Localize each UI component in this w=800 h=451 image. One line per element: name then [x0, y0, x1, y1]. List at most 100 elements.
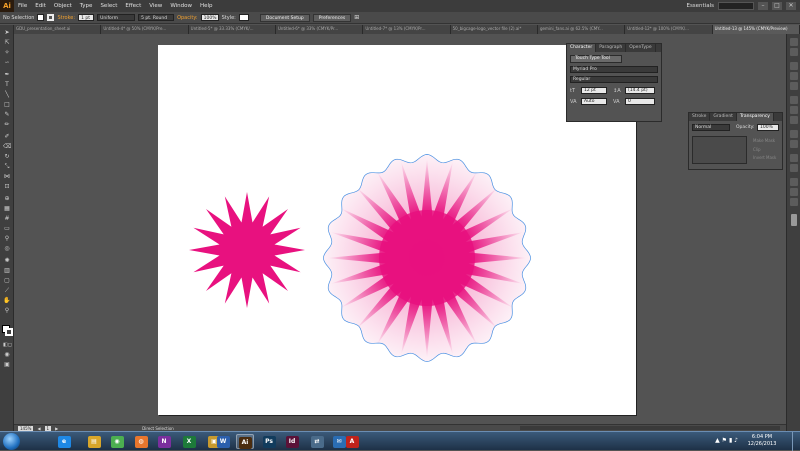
stroke-profile-select[interactable]: Uniform: [97, 14, 136, 21]
artboard[interactable]: [158, 45, 636, 415]
mask-thumbnail[interactable]: [692, 136, 747, 164]
document-setup-button[interactable]: Document Setup: [259, 13, 310, 22]
starburst-shape[interactable]: [189, 192, 305, 308]
tab-document[interactable]: Untitled-6* @ 33% (CMYK/Pr...: [275, 25, 364, 34]
fill-swatch[interactable]: [37, 14, 45, 21]
blend-tool-icon[interactable]: ◎: [3, 245, 11, 253]
opacity-field[interactable]: 100%: [200, 14, 219, 21]
perspective-grid-tool-icon[interactable]: ▦: [3, 205, 11, 213]
menu-view[interactable]: View: [145, 3, 166, 9]
tab-document[interactable]: Untitled-4* @ 50% (CMYK/Pre...: [101, 25, 189, 34]
preferences-button[interactable]: Preferences: [312, 13, 352, 22]
stroke-weight-field[interactable]: 1 pt: [78, 14, 95, 21]
font-family-select[interactable]: Myriad Pro: [570, 66, 658, 73]
tab-document[interactable]: GDU_presentation_sheet.ai: [14, 25, 102, 34]
type-tool-icon[interactable]: T: [3, 81, 11, 89]
drawing-mode-icon[interactable]: ◉: [3, 351, 11, 359]
chrome-icon[interactable]: ◉: [108, 434, 126, 449]
tab-gradient[interactable]: Gradient: [710, 113, 737, 121]
pathfinder-icon[interactable]: [790, 188, 798, 196]
gradient-starburst-group[interactable]: [323, 154, 531, 362]
show-desktop-button[interactable]: [792, 432, 800, 451]
artboard-tool-icon[interactable]: ▢: [3, 277, 11, 285]
layers-icon[interactable]: [790, 154, 798, 162]
eraser-tool-icon[interactable]: ⌫: [3, 143, 11, 151]
color-guide-icon[interactable]: [790, 48, 798, 56]
transparency-panel-icon[interactable]: [790, 116, 798, 124]
opacity-field[interactable]: 100%: [757, 124, 779, 131]
gradient-panel-icon[interactable]: [790, 106, 798, 114]
tab-document[interactable]: Untitled-5* @ 33.33% (CMYK/...: [188, 25, 276, 34]
ie-icon[interactable]: e: [55, 434, 73, 449]
transform-icon[interactable]: [790, 198, 798, 206]
artboard-next-icon[interactable]: ▶: [55, 426, 58, 431]
firefox-icon[interactable]: ◍: [132, 434, 150, 449]
menu-window[interactable]: Window: [166, 3, 196, 9]
brushes-icon[interactable]: [790, 72, 798, 80]
stroke-label[interactable]: Stroke:: [57, 15, 75, 21]
excel-icon[interactable]: X: [180, 434, 198, 449]
color-mode-icon[interactable]: ◧◻: [3, 341, 12, 349]
word-icon[interactable]: W: [214, 434, 232, 449]
tray-icons[interactable]: ▲ ⚑ ▮ ♪: [715, 437, 738, 444]
slice-tool-icon[interactable]: ⟋: [3, 287, 11, 295]
column-graph-tool-icon[interactable]: ▥: [3, 267, 11, 275]
tab-document[interactable]: Untitled-7* @ 13% (CMYK/Pr...: [363, 25, 451, 34]
zoom-tool-icon[interactable]: ⚲: [3, 307, 11, 315]
hand-tool-icon[interactable]: ✋: [3, 297, 11, 305]
stroke-color-icon[interactable]: [5, 328, 13, 336]
search-input[interactable]: [718, 2, 754, 10]
symbols-icon[interactable]: [790, 82, 798, 90]
magic-wand-tool-icon[interactable]: ✧: [3, 49, 11, 57]
menu-type[interactable]: Type: [76, 3, 97, 9]
eyedropper-tool-icon[interactable]: ⚲: [3, 235, 11, 243]
illustrator-icon[interactable]: Ai: [236, 434, 254, 449]
swatches-icon[interactable]: [790, 62, 798, 70]
artboard-number-field[interactable]: 1: [44, 425, 52, 431]
indesign-icon[interactable]: Id: [283, 434, 301, 449]
color-panel-icon[interactable]: [790, 38, 798, 46]
tab-paragraph[interactable]: Paragraph: [596, 44, 627, 52]
scale-tool-icon[interactable]: ⤡: [3, 163, 11, 171]
menu-effect[interactable]: Effect: [121, 3, 145, 9]
screen-mode-icon[interactable]: ▣: [3, 361, 11, 369]
shape-builder-tool-icon[interactable]: ⊕: [3, 195, 11, 203]
style-swatch[interactable]: [238, 14, 249, 21]
explorer-icon[interactable]: ▤: [85, 434, 103, 449]
menu-object[interactable]: Object: [50, 3, 76, 9]
tab-character[interactable]: Character: [567, 44, 597, 52]
kerning-field[interactable]: Auto: [581, 98, 607, 105]
artboards-icon[interactable]: [790, 164, 798, 172]
selection-tool-icon[interactable]: ➤: [3, 29, 11, 37]
close-button[interactable]: ✕: [786, 2, 796, 10]
opacity-label[interactable]: Opacity:: [177, 15, 198, 21]
font-style-select[interactable]: Regular: [570, 76, 658, 83]
tab-transparency[interactable]: Transparency: [736, 113, 774, 121]
onenote-icon[interactable]: N: [155, 434, 173, 449]
clip-checkbox[interactable]: Clip: [753, 147, 761, 152]
menu-file[interactable]: File: [14, 3, 31, 9]
menu-select[interactable]: Select: [96, 3, 121, 9]
align-icon[interactable]: [790, 178, 798, 186]
touch-type-tool-button[interactable]: Touch Type Tool: [570, 55, 622, 63]
tab-document[interactable]: Untitled-12* @ 100% (CMYK/...: [625, 25, 713, 34]
paintbrush-tool-icon[interactable]: ✎: [3, 111, 11, 119]
width-tool-icon[interactable]: ⋈: [3, 173, 11, 181]
tab-document[interactable]: gemini_fans.ai @ 62.5% (CMY...: [537, 25, 626, 34]
tracking-field[interactable]: 0: [625, 98, 655, 105]
tab-opentype[interactable]: OpenType: [626, 44, 656, 52]
tab-stroke[interactable]: Stroke: [689, 113, 711, 121]
maximize-button[interactable]: □: [772, 2, 782, 10]
pencil-tool-icon[interactable]: ✏: [3, 121, 11, 129]
zoom-level-field[interactable]: 145%: [18, 425, 34, 431]
tab-document-active[interactable]: Untitled-13 @ 145% (CMYK/Preview): [712, 25, 800, 34]
lasso-tool-icon[interactable]: ∽: [3, 59, 11, 67]
rotate-tool-icon[interactable]: ↻: [3, 153, 11, 161]
menu-help[interactable]: Help: [196, 3, 217, 9]
scrollbar-thumb[interactable]: [791, 214, 797, 226]
mesh-tool-icon[interactable]: #: [3, 215, 11, 223]
acrobat-icon[interactable]: A: [343, 434, 361, 449]
pen-tool-icon[interactable]: ✒: [3, 71, 11, 79]
free-transform-tool-icon[interactable]: ⊡: [3, 183, 11, 191]
blob-brush-tool-icon[interactable]: ✐: [3, 133, 11, 141]
